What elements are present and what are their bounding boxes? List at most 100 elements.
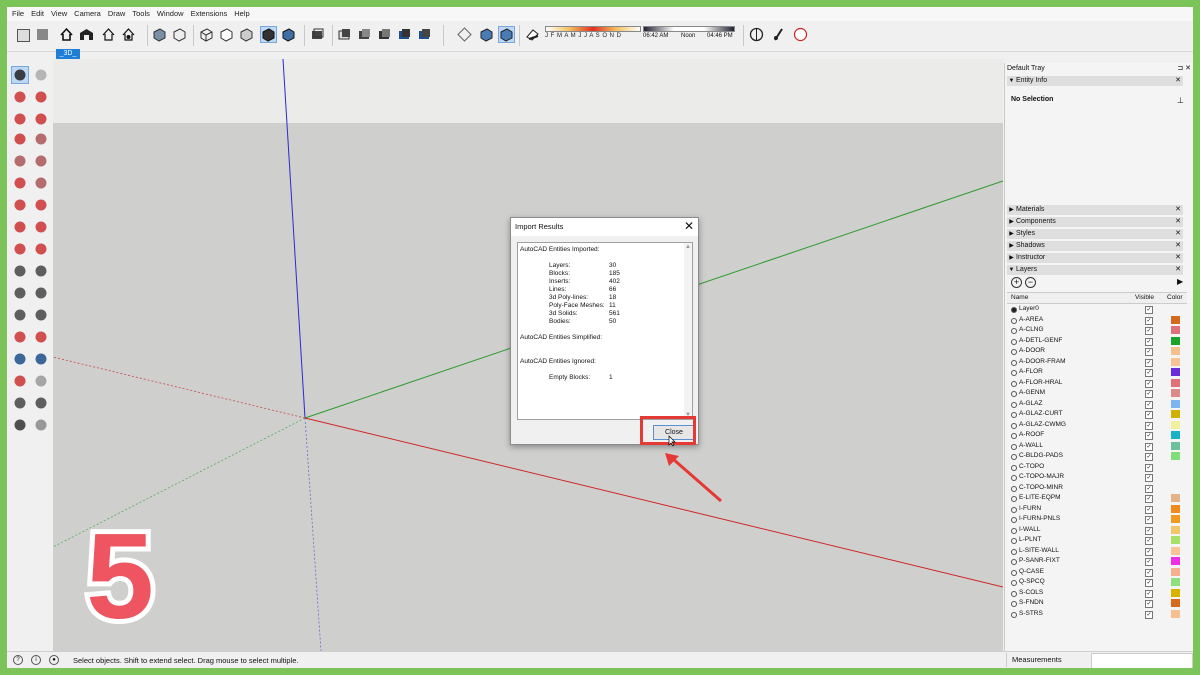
shaded-box-icon[interactable] — [152, 27, 167, 42]
panel-styles[interactable]: ▶ Styles ✕ — [1007, 229, 1183, 239]
layer-row[interactable]: A-WALL ✓ — [1007, 441, 1187, 452]
info-icon[interactable]: i — [31, 655, 41, 665]
line-tool-icon[interactable] — [12, 111, 28, 127]
visible-checkbox[interactable]: ✓ — [1145, 400, 1153, 409]
dimension-tool-icon[interactable] — [33, 263, 49, 279]
section-display-icon[interactable] — [479, 27, 494, 42]
panel-entity-info[interactable]: ▼ Entity Info ✕ — [1007, 76, 1183, 86]
active-layer-radio[interactable] — [1011, 433, 1017, 439]
layer-row[interactable]: I-WALL ✓ — [1007, 525, 1187, 536]
layer-row[interactable]: A-DOOR-FRAM ✓ — [1007, 357, 1187, 368]
geo-location-icon[interactable] — [749, 27, 764, 42]
layer-color-swatch[interactable] — [1171, 431, 1180, 439]
hidden-line-icon[interactable] — [239, 27, 254, 42]
visible-checkbox[interactable]: ✓ — [1145, 537, 1153, 545]
layer-row[interactable]: L-SITE-WALL ✓ — [1007, 546, 1187, 557]
layer-row[interactable]: A-DETL-GENF ✓ — [1007, 336, 1187, 347]
follow-me-tool-icon[interactable] — [33, 219, 49, 235]
menu-item-help[interactable]: Help — [234, 7, 249, 21]
layer-color-swatch[interactable] — [1171, 315, 1180, 324]
col-color[interactable]: Color — [1167, 293, 1183, 303]
menu-item-tools[interactable]: Tools — [132, 7, 150, 21]
layer-row[interactable]: Q-SPCQ ✓ — [1007, 577, 1187, 588]
eraser-tool-icon[interactable] — [33, 67, 49, 83]
zoom-tool-icon[interactable] — [12, 351, 28, 367]
arc-tool-icon[interactable] — [12, 175, 28, 191]
visible-checkbox[interactable]: ✓ — [1145, 558, 1153, 566]
open-icon[interactable] — [35, 27, 50, 42]
protractor-tool-icon[interactable] — [12, 285, 28, 301]
text-tool-icon[interactable] — [33, 285, 49, 301]
warehouse-icon[interactable] — [79, 27, 94, 42]
layer-color-swatch[interactable] — [1171, 504, 1180, 513]
pushpin-icon[interactable]: ⊥ — [1177, 96, 1184, 105]
active-layer-radio[interactable] — [1011, 307, 1017, 313]
back-edges-icon[interactable] — [219, 27, 234, 42]
layer-row[interactable]: C-TOPO ✓ — [1007, 462, 1187, 473]
menu-item-view[interactable]: View — [51, 7, 67, 21]
pie-tool-icon[interactable] — [33, 175, 49, 191]
menu-item-edit[interactable]: Edit — [31, 7, 44, 21]
layer-row[interactable]: L-PLNT ✓ — [1007, 535, 1187, 546]
layer-color-swatch[interactable] — [1171, 452, 1180, 460]
layer-row[interactable]: A-ROOF ✓ — [1007, 430, 1187, 441]
tab-3d-scene[interactable]: _3D_ — [56, 49, 80, 59]
layer-row[interactable]: E-LITE-EQPM ✓ — [1007, 493, 1187, 504]
visible-checkbox[interactable]: ✓ — [1145, 526, 1153, 535]
layer-row[interactable]: S-FNDN ✓ — [1007, 598, 1187, 609]
active-layer-radio[interactable] — [1011, 590, 1017, 597]
house-outline-icon[interactable] — [101, 27, 116, 42]
visible-checkbox[interactable]: ✓ — [1145, 337, 1153, 346]
circle-tool-icon[interactable] — [12, 153, 28, 169]
panel-shadows[interactable]: ▶ Shadows ✕ — [1007, 241, 1183, 251]
layer-row[interactable]: A-FLOR-HRAL ✓ — [1007, 378, 1187, 389]
panel-instructor[interactable]: ▶ Instructor ✕ — [1007, 253, 1183, 263]
visible-checkbox[interactable]: ✓ — [1145, 421, 1153, 430]
layer-color-swatch[interactable] — [1171, 441, 1180, 450]
offset-tool-icon[interactable] — [33, 241, 49, 257]
layer-color-swatch[interactable] — [1171, 536, 1180, 544]
visible-checkbox[interactable]: ✓ — [1145, 547, 1153, 556]
paint-bucket-tool-icon[interactable] — [12, 89, 28, 105]
visible-checkbox[interactable]: ✓ — [1145, 369, 1153, 377]
visible-checkbox[interactable]: ✓ — [1145, 474, 1153, 482]
visible-checkbox[interactable]: ✓ — [1145, 484, 1153, 493]
menu-item-camera[interactable]: Camera — [74, 7, 101, 21]
layer-row[interactable]: A-CLNG ✓ — [1007, 325, 1187, 336]
position-camera-tool-icon[interactable] — [12, 395, 28, 411]
visible-checkbox[interactable]: ✓ — [1145, 327, 1153, 335]
menu-item-file[interactable]: File — [12, 7, 24, 21]
panel-materials[interactable]: ▶ Materials ✕ — [1007, 205, 1183, 215]
active-layer-radio[interactable] — [1011, 580, 1017, 586]
active-layer-radio[interactable] — [1011, 328, 1017, 334]
visible-checkbox[interactable]: ✓ — [1145, 390, 1153, 398]
active-layer-radio[interactable] — [1011, 370, 1017, 376]
layer-color-swatch[interactable] — [1171, 336, 1180, 345]
col-visible[interactable]: Visible — [1135, 293, 1154, 303]
extension-warehouse-icon[interactable] — [121, 27, 136, 42]
rectangle-tool-icon[interactable] — [12, 131, 28, 147]
active-layer-radio[interactable] — [1011, 454, 1017, 460]
home-icon[interactable] — [59, 27, 74, 42]
tape-measure-tool-icon[interactable] — [12, 263, 28, 279]
scale-tool-icon[interactable] — [12, 241, 28, 257]
active-layer-radio[interactable] — [1011, 559, 1017, 565]
active-layer-radio[interactable] — [1011, 317, 1017, 324]
left-view-icon[interactable] — [417, 27, 432, 42]
shaded-textures-icon[interactable] — [281, 27, 296, 42]
3d-text-icon[interactable] — [793, 27, 808, 42]
right-view-icon[interactable] — [377, 27, 392, 42]
visible-checkbox[interactable]: ✓ — [1145, 610, 1153, 619]
active-layer-radio[interactable] — [1011, 391, 1017, 397]
layer-row[interactable]: I-FURN ✓ — [1007, 504, 1187, 515]
visible-checkbox[interactable]: ✓ — [1145, 505, 1153, 514]
layer-row[interactable]: C-TOPO-MINR ✓ — [1007, 483, 1187, 494]
section-plane-tool-icon[interactable] — [33, 417, 49, 433]
visible-checkbox[interactable]: ✓ — [1145, 463, 1153, 472]
layer-color-swatch[interactable] — [1171, 557, 1180, 565]
active-layer-radio[interactable] — [1011, 548, 1017, 555]
move-tool-icon[interactable] — [12, 197, 28, 213]
active-layer-radio[interactable] — [1011, 338, 1017, 345]
shadow-date-slider[interactable]: J F M A M J J A S O N D — [543, 23, 643, 48]
iso-view-icon[interactable] — [310, 27, 325, 42]
